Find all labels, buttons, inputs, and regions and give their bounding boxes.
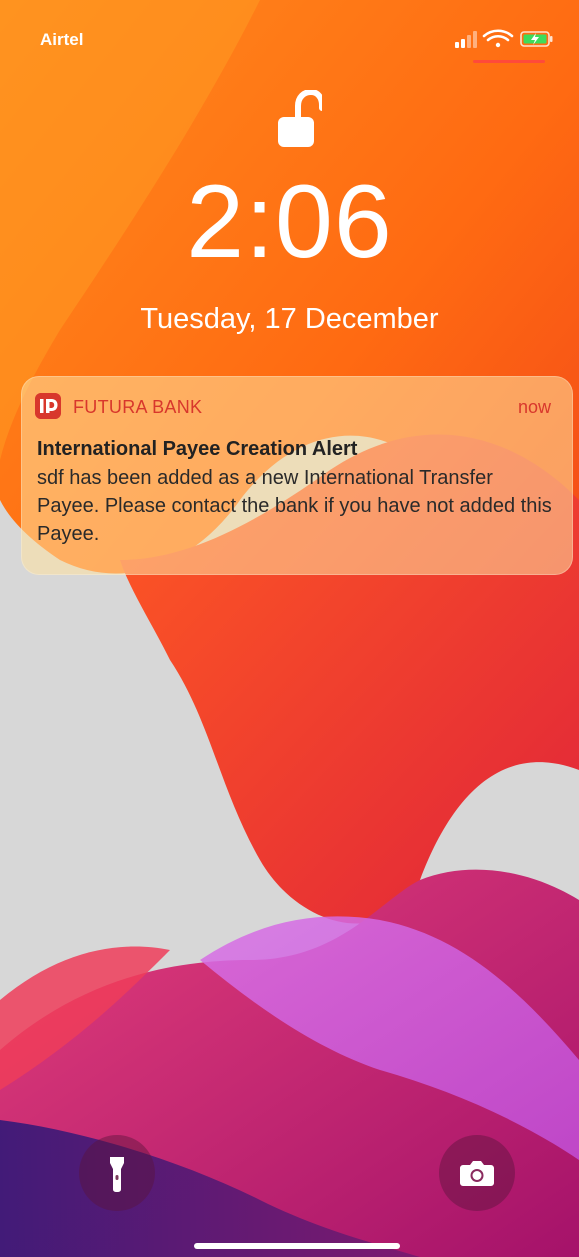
lock-screen: Airtel 2:06 Tuesday, 17 December FUTURA … [0, 0, 579, 1257]
notification-time: now [517, 397, 551, 417]
wifi-icon [482, 29, 514, 48]
notification-app-name: FUTURA BANK [73, 397, 203, 417]
camera-button[interactable] [439, 1135, 515, 1211]
home-indicator[interactable] [194, 1243, 400, 1249]
notification-card[interactable]: FUTURA BANK now International Payee Crea… [21, 376, 573, 575]
carrier-label: Airtel [40, 30, 84, 49]
signal-icon [455, 31, 477, 48]
notification-title: International Payee Creation Alert [37, 438, 358, 460]
futura-bank-app-icon [35, 393, 61, 419]
unlock-icon [278, 90, 322, 147]
camera-icon [460, 1161, 494, 1186]
time-display: 2:06 [186, 164, 393, 280]
notification-body: sdf has been added as a new Internationa… [37, 467, 552, 545]
flashlight-button[interactable] [79, 1135, 155, 1211]
battery-charging-icon [520, 31, 553, 47]
status-icons [455, 29, 553, 48]
control-center-indicator[interactable] [473, 60, 545, 63]
date-display: Tuesday, 17 December [140, 303, 439, 335]
flashlight-icon [110, 1157, 124, 1192]
